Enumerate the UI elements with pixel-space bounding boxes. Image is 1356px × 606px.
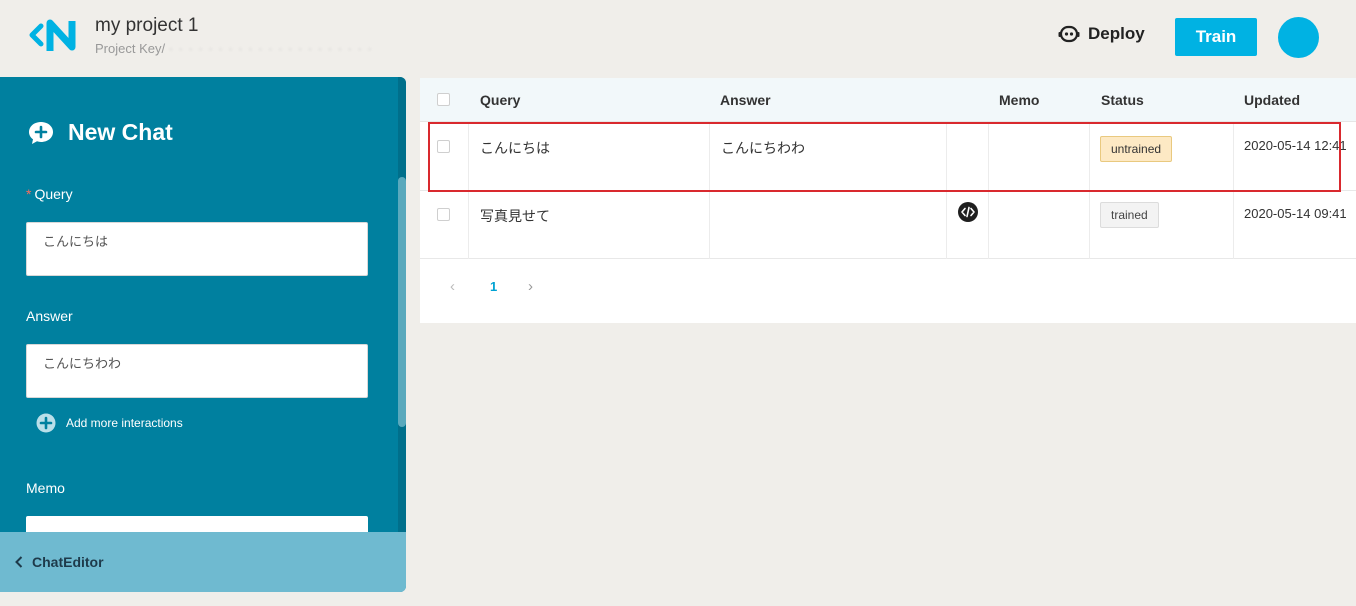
project-title: my project 1 (95, 15, 199, 36)
query-label: * Query (26, 186, 73, 202)
chat-plus-icon (29, 121, 53, 144)
row-checkbox[interactable] (437, 140, 450, 153)
column-query[interactable]: Query (480, 92, 520, 108)
row-checkbox[interactable] (437, 208, 450, 221)
add-more-interactions-button[interactable]: Add more interactions (36, 413, 183, 433)
query-input[interactable] (26, 222, 368, 276)
new-chat-header: New Chat (28, 119, 173, 146)
avatar[interactable] (1278, 17, 1319, 58)
row-answer: こんにちわわ (721, 140, 805, 156)
table-row[interactable]: こんにちは こんにちわわ untrained 2020-05-14 12:41 (420, 123, 1356, 191)
pagination: ‹ 1 › (420, 274, 1356, 304)
select-all-checkbox[interactable] (437, 93, 450, 106)
required-mark: * (26, 186, 32, 202)
deploy-label: Deploy (1088, 24, 1145, 43)
pagination-prev-button[interactable]: ‹ (450, 278, 455, 295)
code-icon[interactable] (958, 202, 978, 222)
deploy-button[interactable]: Deploy (1058, 24, 1145, 44)
status-badge: untrained (1100, 136, 1173, 162)
column-answer[interactable]: Answer (720, 92, 771, 108)
column-memo[interactable]: Memo (999, 92, 1039, 108)
chat-editor-label: ChatEditor (32, 554, 104, 570)
table-header: Query Answer Memo Status Updated (420, 78, 1356, 122)
chat-table: Query Answer Memo Status Updated こんにちは こ… (420, 78, 1356, 323)
column-status[interactable]: Status (1101, 92, 1144, 108)
row-query: こんにちは (480, 140, 550, 156)
answer-label: Answer (26, 308, 73, 324)
pagination-next-button[interactable]: › (528, 278, 533, 295)
new-chat-title: New Chat (68, 119, 173, 145)
add-more-label: Add more interactions (66, 416, 183, 430)
chat-editor-panel: New Chat *Query Answer Add more interact… (0, 77, 406, 592)
app-header: my project 1 Project Key/ · · · · · · · … (0, 0, 1356, 76)
plus-circle-icon (36, 413, 56, 433)
logo-icon[interactable] (28, 17, 80, 55)
row-updated: 2020-05-14 12:41 (1244, 138, 1347, 153)
table-row[interactable]: 写真見せて trained 2020-05-14 09:41 (420, 191, 1356, 259)
project-key-prefix: Project Key/ (95, 41, 166, 56)
memo-label: Memo (26, 480, 65, 496)
row-query: 写真見せて (480, 208, 550, 224)
query-label-text: Query (34, 186, 73, 202)
train-button[interactable]: Train (1175, 18, 1257, 56)
row-updated: 2020-05-14 09:41 (1244, 206, 1347, 221)
pagination-page-1[interactable]: 1 (490, 279, 497, 294)
status-badge: trained (1100, 202, 1159, 228)
answer-input[interactable] (26, 344, 368, 398)
robot-icon (1058, 25, 1080, 43)
column-updated[interactable]: Updated (1244, 92, 1300, 108)
panel-scrollbar[interactable] (398, 177, 406, 427)
chat-editor-toggle[interactable]: ChatEditor (0, 532, 406, 592)
project-key: Project Key/ · · · · · · · · · · · · · ·… (95, 41, 373, 56)
project-key-masked: · · · · · · · · · · · · · · · · · · · · … (168, 41, 373, 56)
chevron-left-icon (15, 556, 23, 568)
